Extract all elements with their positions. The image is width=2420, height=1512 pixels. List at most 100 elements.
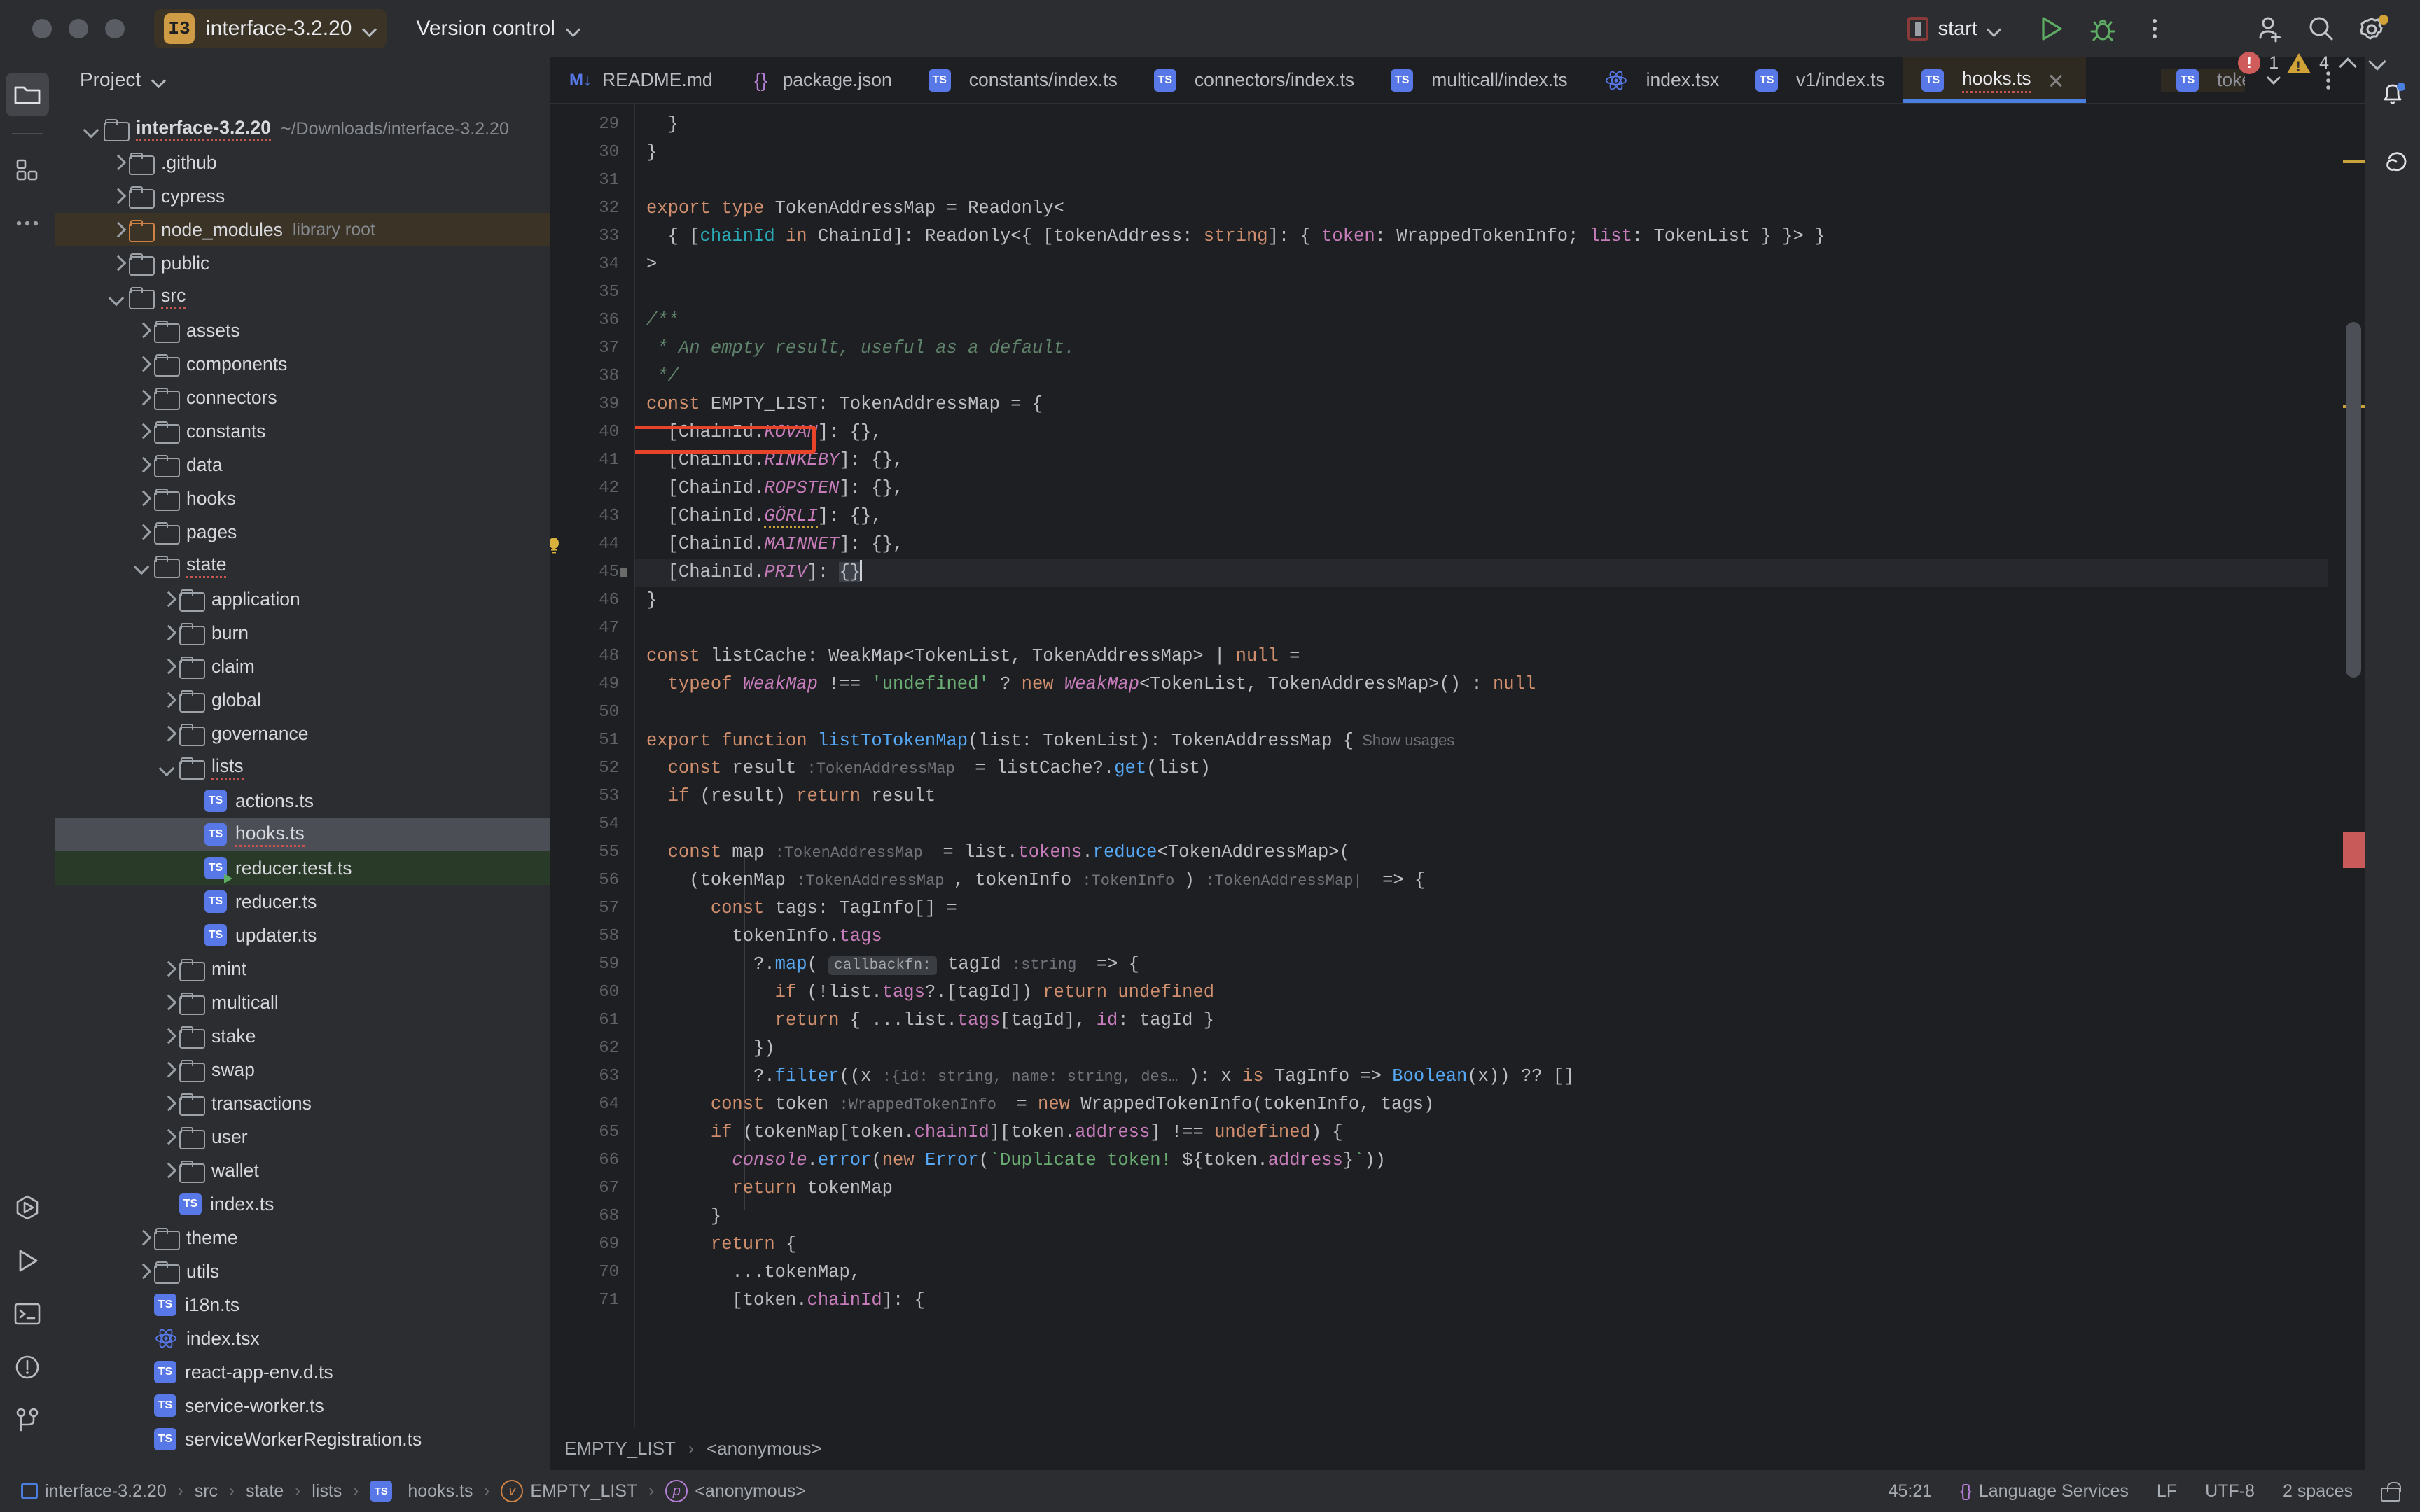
debug-button[interactable] <box>2077 3 2129 55</box>
line-separator[interactable]: LF <box>2157 1481 2177 1502</box>
code-line[interactable]: { [chainId in ChainId]: Readonly<{ [toke… <box>635 223 2328 251</box>
code-line[interactable]: const token :WrappedTokenInfo = new Wrap… <box>635 1091 2328 1119</box>
code-line[interactable]: [ChainId.MAINNET]: {}, <box>635 531 2328 559</box>
code-line[interactable]: ?.filter((x :{id: string, name: string, … <box>635 1063 2328 1091</box>
editor-tab-multicall-index-ts[interactable]: TS multicall/index.ts <box>1372 57 1585 103</box>
add-user-icon[interactable] <box>2244 3 2295 55</box>
line-number[interactable]: 55 <box>550 839 619 867</box>
chevron-right-icon[interactable] <box>130 352 154 376</box>
code-line[interactable]: /** <box>635 307 2328 335</box>
line-number[interactable]: 42 <box>550 475 619 503</box>
tree-item-reducer-ts[interactable]: TS reducer.ts <box>55 885 550 918</box>
tree-item-hooks-ts[interactable]: TS hooks.ts <box>55 818 550 851</box>
tree-item-swap[interactable]: swap <box>55 1053 550 1086</box>
previous-highlight-icon[interactable] <box>2337 52 2358 74</box>
line-number[interactable]: 63 <box>550 1063 619 1091</box>
code-line[interactable]: return tokenMap <box>635 1175 2328 1203</box>
tree-item-data[interactable]: data <box>55 448 550 482</box>
chevron-right-icon[interactable] <box>155 722 179 746</box>
chevron-right-icon[interactable] <box>130 386 154 410</box>
code-line[interactable]: [ChainId.GÖRLI]: {}, <box>635 503 2328 531</box>
line-number[interactable]: 40 <box>550 419 619 447</box>
project-tree[interactable]: interface-3.2.20 ~/Downloads/interface-3.… <box>55 102 550 1470</box>
chevron-down-icon[interactable] <box>80 117 104 141</box>
code-line[interactable]: [ChainId.KOVAN]: {}, <box>635 419 2328 447</box>
next-highlight-icon[interactable] <box>2367 52 2388 74</box>
tree-item-actions-ts[interactable]: TS actions.ts <box>55 784 550 818</box>
chevron-right-icon[interactable] <box>155 1091 179 1115</box>
tree-item-hooks[interactable]: hooks <box>55 482 550 515</box>
tree-item-interface-3-2-20[interactable]: interface-3.2.20 ~/Downloads/interface-3.… <box>55 112 550 146</box>
line-number[interactable]: 34 <box>550 251 619 279</box>
code-line[interactable]: } <box>635 111 2328 139</box>
line-number[interactable]: 37 <box>550 335 619 363</box>
tree-item-constants[interactable]: constants <box>55 414 550 448</box>
chevron-down-icon[interactable] <box>155 755 179 779</box>
line-number[interactable]: 61 <box>550 1007 619 1035</box>
search-icon[interactable] <box>2295 3 2347 55</box>
line-number[interactable]: 49 <box>550 671 619 699</box>
tree-item-user[interactable]: user <box>55 1120 550 1154</box>
tree-item-governance[interactable]: governance <box>55 717 550 750</box>
window-controls[interactable] <box>32 19 125 38</box>
tree-item-lists[interactable]: lists <box>55 750 550 784</box>
line-number[interactable]: 47 <box>550 615 619 643</box>
line-number[interactable]: 64 <box>550 1091 619 1119</box>
line-number[interactable]: 36 <box>550 307 619 335</box>
tree-item-react-app-env-d-ts[interactable]: TS react-app-env.d.ts <box>55 1355 550 1389</box>
line-number-gutter[interactable]: 29 30 31 32 33 34 35 36 37 38 39 40 41 42 43 44 45 46 47 48… <box>550 104 634 1427</box>
code-line[interactable]: if (!list.tags?.[tagId]) return undefine… <box>635 979 2328 1007</box>
chevron-right-icon[interactable] <box>155 1125 179 1149</box>
line-number[interactable]: 70 <box>550 1259 619 1287</box>
chevron-right-icon[interactable] <box>130 453 154 477</box>
code-line[interactable]: const tags: TagInfo[] = <box>635 895 2328 923</box>
line-number[interactable]: 48 <box>550 643 619 671</box>
code-line[interactable]: } <box>635 1203 2328 1231</box>
line-number[interactable]: 57 <box>550 895 619 923</box>
line-number[interactable]: 54 <box>550 811 619 839</box>
chevron-right-icon[interactable] <box>130 1259 154 1283</box>
status-bar-breadcrumb[interactable]: interface-3.2.20 › src › state › lists › TS hooks… <box>21 1480 806 1502</box>
line-number[interactable]: 39 <box>550 391 619 419</box>
code-line[interactable]: } <box>635 587 2328 615</box>
tree-item-mint[interactable]: mint <box>55 952 550 986</box>
editor-marker-column[interactable] <box>2328 104 2365 1427</box>
tree-item-serviceworkerregistration-ts[interactable]: TS serviceWorkerRegistration.ts <box>55 1422 550 1456</box>
line-number[interactable]: 30 <box>550 139 619 167</box>
code-line[interactable]: tokenInfo.tags <box>635 923 2328 951</box>
run-tool-window-icon[interactable] <box>6 1239 49 1282</box>
language-services-widget[interactable]: {} Language Services <box>1960 1481 2129 1502</box>
code-line[interactable]: * An empty result, useful as a default. <box>635 335 2328 363</box>
code-line[interactable]: [ChainId.ROPSTEN]: {}, <box>635 475 2328 503</box>
line-number[interactable]: 45 <box>550 559 627 587</box>
code-content[interactable]: }} export type TokenAddressMap = Readonly… <box>634 104 2328 1427</box>
close-window-button[interactable] <box>32 19 52 38</box>
tree-item-assets[interactable]: assets <box>55 314 550 347</box>
line-number[interactable]: 65 <box>550 1119 619 1147</box>
version-control-button[interactable]: Version control <box>416 17 580 41</box>
editor-tab-package-json[interactable]: {} package.json <box>731 57 910 103</box>
tree-item-application[interactable]: application <box>55 582 550 616</box>
chevron-right-icon[interactable] <box>130 1226 154 1250</box>
code-line[interactable]: console.error(new Error(`Duplicate token… <box>635 1147 2328 1175</box>
project-selector[interactable]: I3 interface-3.2.20 <box>154 9 387 48</box>
run-button[interactable] <box>2025 3 2077 55</box>
status-breadcrumb-item-src[interactable]: src <box>195 1481 218 1502</box>
chevron-right-icon[interactable] <box>105 150 129 174</box>
code-line[interactable] <box>635 279 2328 307</box>
editor-breadcrumb[interactable]: EMPTY_LIST › <anonymous> <box>550 1427 2365 1470</box>
tree-item-burn[interactable]: burn <box>55 616 550 650</box>
chevron-right-icon[interactable] <box>155 1058 179 1082</box>
chevron-right-icon[interactable] <box>130 520 154 544</box>
chevron-right-icon[interactable] <box>105 184 129 208</box>
project-tool-window-button[interactable] <box>6 73 49 116</box>
code-line[interactable]: if (tokenMap[token.chainId][token.addres… <box>635 1119 2328 1147</box>
close-tab-icon[interactable] <box>2044 69 2068 92</box>
code-line[interactable]: export type TokenAddressMap = Readonly< <box>635 195 2328 223</box>
commit-tool-window-button[interactable] <box>6 148 49 192</box>
maximize-window-button[interactable] <box>105 19 125 38</box>
line-number[interactable]: 58 <box>550 923 619 951</box>
chevron-right-icon[interactable] <box>155 621 179 645</box>
problems-icon[interactable] <box>6 1345 49 1389</box>
chevron-right-icon[interactable] <box>155 688 179 712</box>
